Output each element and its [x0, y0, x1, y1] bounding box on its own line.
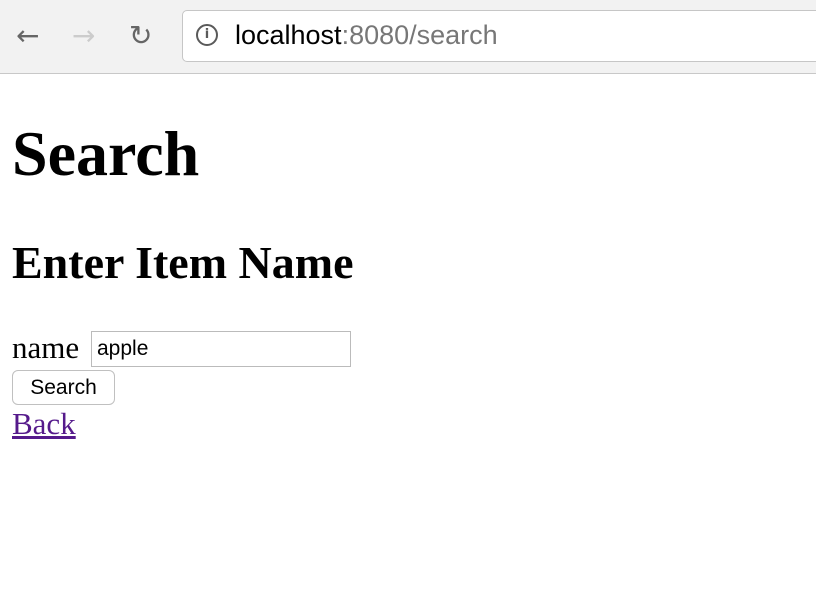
- browser-toolbar: ← → ↻ i localhost:8080/search: [0, 0, 816, 74]
- page-title: Search: [12, 118, 200, 189]
- url-text: localhost:8080/search: [235, 20, 498, 51]
- url-host: localhost: [235, 20, 342, 50]
- section-heading: Enter Item Name: [12, 237, 354, 288]
- info-icon[interactable]: i: [196, 24, 218, 46]
- name-label: name: [12, 330, 80, 365]
- back-link[interactable]: Back: [12, 406, 76, 442]
- name-input[interactable]: [91, 331, 351, 367]
- forward-arrow-icon: →: [72, 19, 96, 52]
- reload-icon[interactable]: ↻: [129, 20, 152, 52]
- url-path: :8080/search: [341, 20, 498, 50]
- back-arrow-icon[interactable]: ←: [16, 20, 39, 52]
- address-bar[interactable]: i localhost:8080/search: [182, 10, 816, 62]
- search-button[interactable]: Search: [12, 370, 115, 405]
